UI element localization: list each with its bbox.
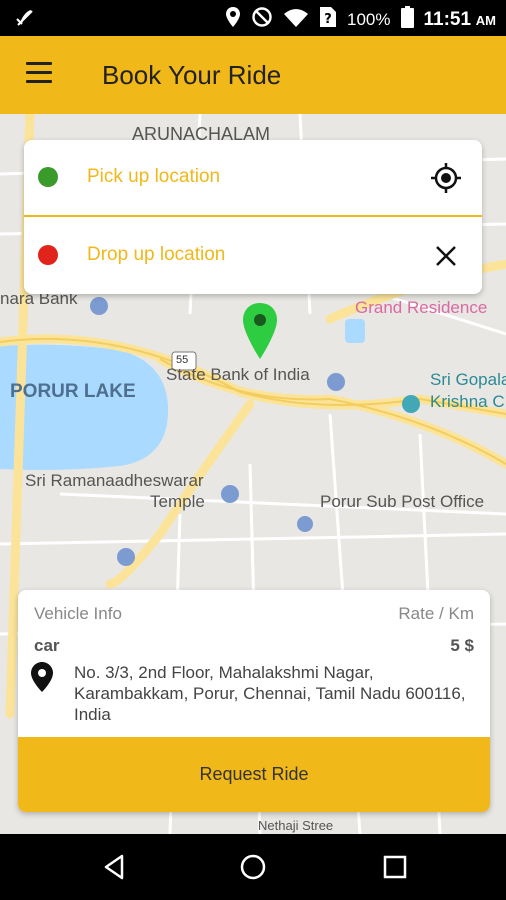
location-icon [225, 6, 241, 33]
svg-text:?: ? [324, 12, 332, 27]
home-icon[interactable] [238, 852, 268, 882]
wifi-icon [283, 6, 309, 33]
pickup-location-placeholder: Pick up location [87, 166, 221, 187]
pickup-location-field[interactable]: Pick up location [24, 140, 482, 216]
map-label-porur-post: Porur Sub Post Office [320, 492, 485, 511]
location-card: Pick up location Drop up location [24, 140, 482, 294]
no-sim-icon [14, 7, 36, 34]
nav-bar [0, 834, 506, 900]
clock-ampm: AM [475, 12, 496, 28]
map-label-temple: Temple [150, 492, 205, 511]
do-not-disturb-icon [251, 6, 273, 33]
address-pin-icon [31, 662, 53, 692]
my-location-icon[interactable] [430, 162, 462, 194]
map-label-state-bank: State Bank of India [166, 365, 310, 384]
close-icon[interactable] [430, 240, 462, 272]
vehicle-info-label: Vehicle Info [34, 604, 122, 623]
map-label-sri-gopala: Sri Gopala [430, 370, 506, 389]
drop-dot-icon [38, 245, 58, 265]
vehicle-type: car [34, 636, 60, 655]
address-text: No. 3/3, 2nd Floor, Mahalakshmi Nagar, K… [74, 663, 466, 724]
unknown-sim-icon: ? [319, 6, 337, 33]
map-label-porur-lake: PORUR LAKE [10, 381, 136, 402]
vehicle-info-card: Vehicle Info Rate / Km car 5 $ No. 3/3, … [18, 590, 490, 812]
pickup-dot-icon [38, 167, 58, 187]
drop-location-placeholder: Drop up location [87, 244, 226, 265]
app-bar: Book Your Ride [0, 36, 506, 114]
hamburger-menu-icon[interactable] [26, 62, 54, 84]
rate-label: Rate / Km [398, 604, 474, 623]
battery-percent: 100% [347, 9, 391, 29]
recents-icon[interactable] [380, 852, 410, 882]
back-icon[interactable] [100, 852, 130, 882]
rate-value: 5 $ [450, 636, 474, 655]
map-label-krishna: Krishna C [430, 392, 505, 411]
request-ride-button[interactable]: Request Ride [18, 737, 490, 812]
page-title: Book Your Ride [102, 60, 282, 90]
map-label-grand-residence: Grand Residence [355, 298, 488, 317]
map-marker-icon[interactable] [243, 303, 277, 359]
status-bar: ? 100% 11:51 AM [0, 0, 506, 36]
battery-icon [400, 6, 414, 33]
clock-time: 11:51 [423, 8, 472, 30]
drop-location-field[interactable]: Drop up location [24, 218, 482, 294]
location-divider [24, 215, 482, 217]
map-label-nethaji: Nethaji Stree [258, 818, 334, 833]
map-label-sri-ramanaadheswarar: Sri Ramanaadheswarar [25, 471, 204, 490]
